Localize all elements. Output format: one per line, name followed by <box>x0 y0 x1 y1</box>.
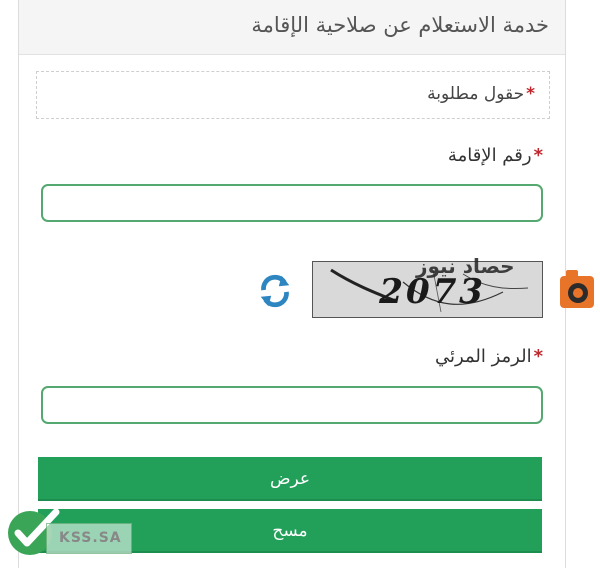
required-fields-note: *حقول مطلوبة <box>36 71 550 119</box>
residency-number-input[interactable] <box>41 184 543 222</box>
required-star: * <box>533 145 543 166</box>
panel-title: خدمة الاستعلام عن صلاحية الإقامة <box>19 0 565 55</box>
residency-number-label: *رقم الإقامة <box>448 145 543 166</box>
captcha-text: 2073 <box>374 272 490 312</box>
required-star: * <box>533 346 543 367</box>
site-watermark-logo <box>560 270 594 308</box>
captcha-code-label-text: الرمز المرئي <box>435 346 532 367</box>
residency-number-label-text: رقم الإقامة <box>447 145 532 166</box>
required-fields-text: حقول مطلوبة <box>427 84 525 104</box>
kss-watermark: KSS.SA <box>46 523 132 554</box>
captcha-code-label: *الرمز المرئي <box>435 346 543 367</box>
captcha-code-input[interactable] <box>41 386 543 424</box>
site-watermark-text: حصاد نيوز <box>416 254 515 278</box>
show-button[interactable]: عرض <box>38 457 542 501</box>
refresh-icon[interactable] <box>256 272 294 310</box>
required-star: * <box>526 84 535 104</box>
